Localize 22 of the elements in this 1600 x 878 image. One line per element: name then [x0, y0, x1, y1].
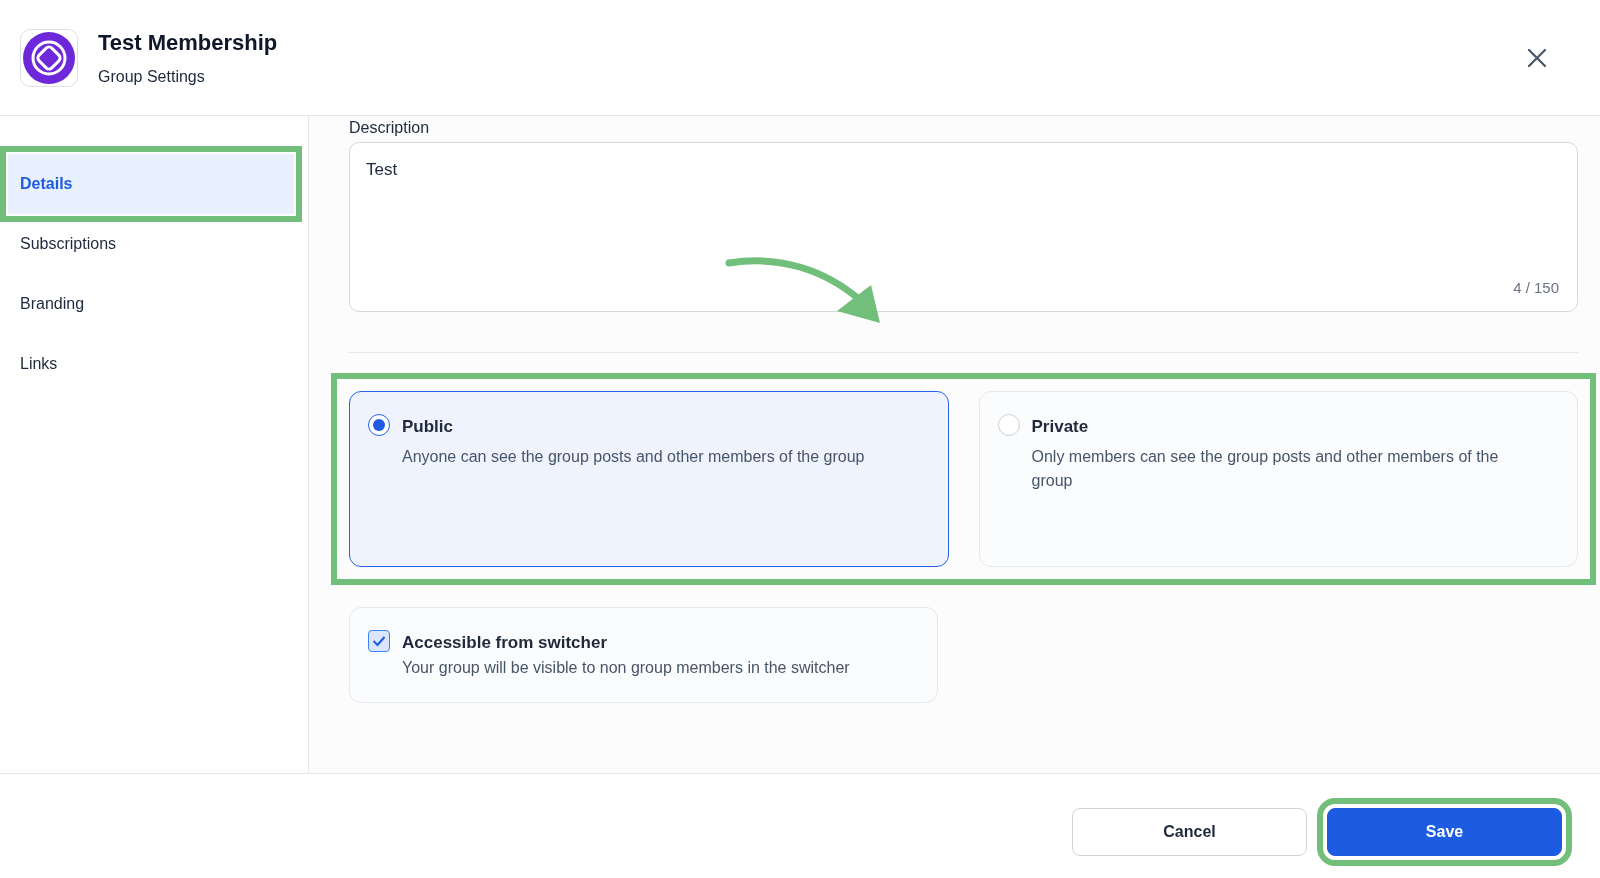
- option-title: Public: [402, 416, 454, 438]
- checkbox-description: Your group will be visible to non group members in the switcher: [402, 657, 850, 678]
- description-field[interactable]: Test 4 / 150: [349, 142, 1578, 312]
- dialog-title: Test Membership: [98, 29, 278, 57]
- sidebar-item[interactable]: Branding: [0, 274, 308, 334]
- cancel-button[interactable]: Cancel: [1072, 808, 1307, 856]
- checkbox-label: Accessible from switcher: [402, 632, 609, 654]
- dialog-subtitle: Group Settings: [98, 67, 206, 87]
- sidebar-item[interactable]: Subscriptions: [0, 214, 308, 274]
- option-description: Anyone can see the group posts and other members of the group: [402, 446, 865, 467]
- option-description: Only members can see the group posts and other members of the group: [1031, 446, 1500, 491]
- app-logo: [20, 28, 78, 87]
- visibility-option[interactable]: Private Only members can see the group posts and other members of the group: [978, 391, 1578, 567]
- visibility-option[interactable]: Public Anyone can see the group posts and other members of the group: [349, 391, 949, 567]
- check-icon: [372, 635, 386, 647]
- field-label: Description: [349, 118, 430, 138]
- option-title: Private: [1031, 416, 1090, 438]
- radio-button[interactable]: [368, 414, 390, 436]
- sidebar-item[interactable]: Links: [0, 334, 308, 394]
- close-icon: [1526, 47, 1548, 70]
- character-counter: 4 / 150: [1513, 277, 1559, 298]
- checkbox[interactable]: [368, 630, 390, 652]
